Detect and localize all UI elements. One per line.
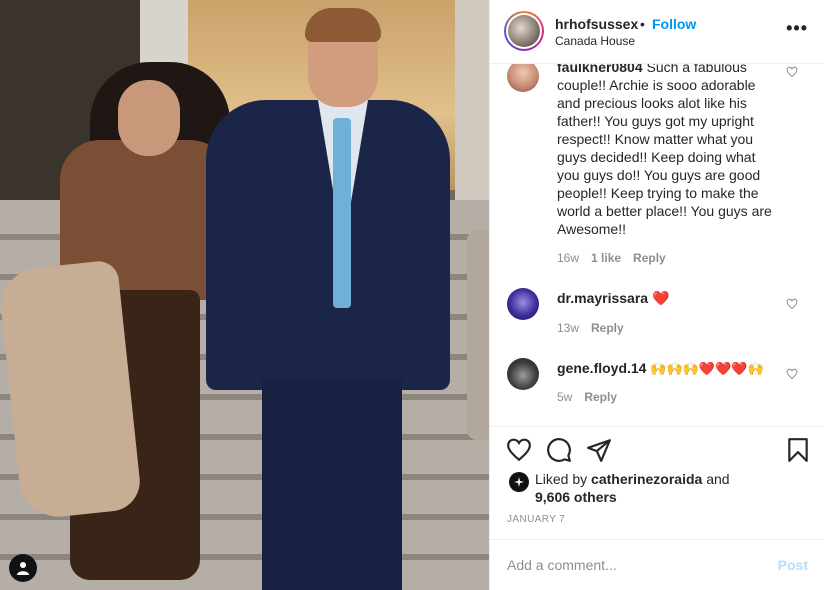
comment-username[interactable]: dr.mayrissara: [557, 290, 648, 306]
paper-plane-icon[interactable]: [586, 437, 612, 463]
comment-age: 16w: [557, 251, 580, 265]
post-photo[interactable]: [0, 0, 489, 590]
more-options-button[interactable]: •••: [786, 18, 808, 39]
reply-button[interactable]: Reply: [584, 390, 617, 404]
woman-face: [118, 80, 180, 156]
post-panel: hrhofsussex • Follow Canada House ••• fa…: [489, 0, 824, 590]
comment-avatar[interactable]: [507, 358, 539, 390]
likes-others-link[interactable]: 9,606 others: [535, 489, 617, 505]
reply-button[interactable]: Reply: [591, 321, 624, 335]
background-figure: [467, 230, 489, 440]
person-icon[interactable]: [9, 554, 37, 582]
comment-avatar[interactable]: [507, 64, 539, 92]
heart-icon[interactable]: [506, 437, 532, 463]
likes-summary: Liked by catherinezoraida and 9,606 othe…: [535, 471, 730, 505]
location-link[interactable]: Canada House: [555, 34, 635, 48]
comment-meta: 16w 1 like Reply: [557, 251, 666, 265]
man-legs: [262, 380, 402, 590]
post-header: hrhofsussex • Follow Canada House •••: [490, 0, 824, 64]
header-separator: •: [640, 16, 645, 32]
comment-text: dr.mayrissara ❤️: [557, 290, 670, 306]
man-hair: [305, 8, 381, 42]
comment-bubble-icon[interactable]: [546, 437, 572, 463]
comment-meta: 5w Reply: [557, 390, 617, 404]
comment-meta: 13w Reply: [557, 321, 624, 335]
heart-icon[interactable]: [786, 298, 798, 310]
comments-list[interactable]: faulkner0804 Such a fabulous couple!! Ar…: [490, 64, 824, 426]
bookmark-icon[interactable]: [785, 437, 811, 463]
post-button[interactable]: Post: [778, 557, 808, 573]
follow-button[interactable]: Follow: [652, 16, 696, 32]
background-pillar: [455, 0, 489, 210]
comment-username[interactable]: gene.floyd.14: [557, 360, 646, 376]
comment-age: 13w: [557, 321, 580, 335]
add-comment-bar: Add a comment... Post: [490, 539, 824, 590]
action-bar: [490, 426, 824, 472]
liker-username[interactable]: catherinezoraida: [591, 471, 702, 487]
post-date[interactable]: JANUARY 7: [507, 514, 565, 525]
comment-text: faulkner0804 Such a fabulous couple!! Ar…: [557, 64, 777, 238]
comment-input[interactable]: Add a comment...: [507, 557, 617, 573]
comment-username[interactable]: faulkner0804: [557, 64, 643, 75]
header-username[interactable]: hrhofsussex: [555, 16, 638, 32]
heart-icon[interactable]: [786, 368, 798, 380]
comment-text: gene.floyd.14 🙌🙌🙌❤️❤️❤️🙌: [557, 360, 764, 376]
comment-age: 5w: [557, 390, 573, 404]
avatar[interactable]: [504, 11, 544, 51]
heart-icon[interactable]: [786, 66, 798, 78]
comment-avatar[interactable]: [507, 288, 539, 320]
comment-likes[interactable]: 1 like: [591, 251, 621, 265]
liker-avatar[interactable]: [509, 472, 529, 492]
man-tie: [333, 118, 351, 308]
reply-button[interactable]: Reply: [633, 251, 666, 265]
